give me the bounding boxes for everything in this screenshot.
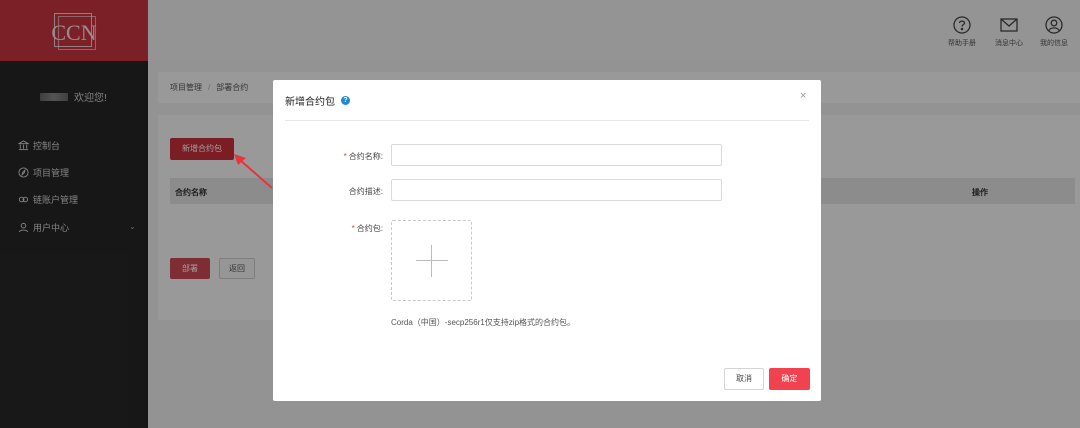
upload-package-box[interactable] [391, 220, 472, 301]
add-contract-package-dialog: 新增合约包 ? × * 合约名称: 合约描述: * 合约包: Corda（中国）-s… [273, 80, 821, 401]
upload-hint: Corda（中国）-secp256r1仅支持zip格式的合约包。 [391, 318, 576, 327]
contract-name-label: * 合约名称: [343, 152, 383, 161]
confirm-button[interactable]: 确定 [769, 368, 810, 390]
contract-package-label: * 合约包: [351, 224, 383, 233]
contract-name-input[interactable] [391, 144, 722, 166]
help-icon[interactable]: ? [341, 96, 350, 105]
dialog-title: 新增合约包 ? [285, 93, 350, 108]
red-arrow-annotation [234, 154, 273, 189]
cancel-button[interactable]: 取消 [724, 368, 764, 390]
dialog-title-text: 新增合约包 [285, 97, 335, 108]
contract-desc-input[interactable] [391, 179, 722, 201]
close-icon[interactable]: × [800, 90, 806, 102]
dialog-divider [285, 120, 809, 121]
contract-desc-label: 合约描述: [348, 187, 383, 196]
plus-icon [416, 260, 448, 261]
